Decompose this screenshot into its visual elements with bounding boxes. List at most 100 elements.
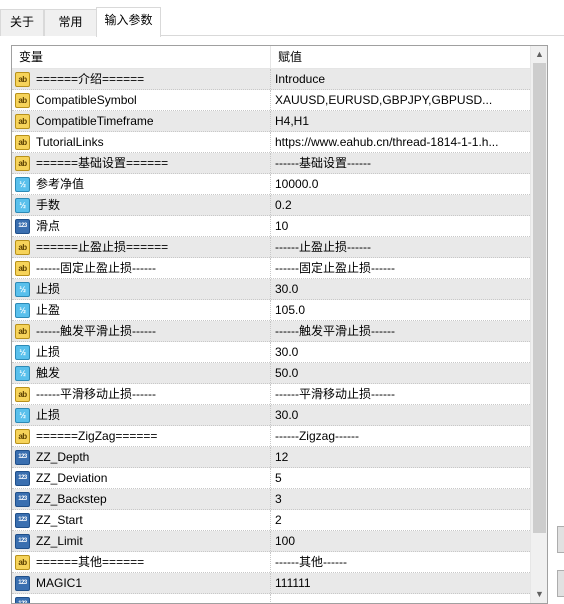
- cell-divider: [270, 237, 271, 257]
- parameter-value[interactable]: Introduce: [275, 69, 527, 89]
- tab-about[interactable]: 关于: [0, 9, 44, 36]
- table-row[interactable]: ab ======介绍====== Introduce: [12, 69, 530, 90]
- string-type-icon: ab: [15, 387, 30, 402]
- parameter-name: MAGIC1: [36, 576, 83, 590]
- table-row[interactable]: ½ 手数 0.2: [12, 195, 530, 216]
- cell-divider: [270, 300, 271, 320]
- parameter-value[interactable]: 111111: [275, 573, 527, 593]
- table-row[interactable]: 123 MAGIC1 111111: [12, 573, 530, 594]
- parameter-value[interactable]: 30.0: [275, 342, 527, 362]
- parameter-value[interactable]: ------Zigzag------: [275, 426, 527, 446]
- double-type-icon: ½: [15, 282, 30, 297]
- parameter-value[interactable]: https://www.eahub.cn/thread-1814-1-1.h..…: [275, 132, 527, 152]
- cell-divider: [270, 384, 271, 404]
- parameter-value[interactable]: 100: [275, 531, 527, 551]
- vertical-scrollbar[interactable]: ▲ ▼: [530, 46, 547, 603]
- cell-divider: [270, 342, 271, 362]
- table-row[interactable]: 123 滑点 10: [12, 216, 530, 237]
- parameter-value[interactable]: 10000.0: [275, 174, 527, 194]
- string-type-icon: ab: [15, 72, 30, 87]
- table-row[interactable]: ab ------平滑移动止损------ ------平滑移动止损------: [12, 384, 530, 405]
- parameter-value[interactable]: ------其他------: [275, 552, 527, 572]
- integer-type-icon: 123: [15, 450, 30, 465]
- side-button-save[interactable]: [557, 570, 564, 597]
- table-row[interactable]: 123 ZZ_Depth 12: [12, 447, 530, 468]
- parameter-name: ZZ_Depth: [36, 450, 90, 464]
- parameter-value[interactable]: [275, 594, 527, 603]
- parameter-value[interactable]: H4,H1: [275, 111, 527, 131]
- table-row[interactable]: ab ------触发平滑止损------ ------触发平滑止损------: [12, 321, 530, 342]
- table-row[interactable]: ab CompatibleTimeframe H4,H1: [12, 111, 530, 132]
- table-row[interactable]: ab TutorialLinks https://www.eahub.cn/thre…: [12, 132, 530, 153]
- parameter-name: ======其他======: [36, 555, 145, 569]
- cell-divider: [270, 153, 271, 173]
- parameter-value[interactable]: 0.2: [275, 195, 527, 215]
- table-row[interactable]: ab ======基础设置====== ------基础设置------: [12, 153, 530, 174]
- scroll-down-arrow-icon[interactable]: ▼: [531, 586, 547, 603]
- cell-divider: [270, 258, 271, 278]
- column-header-value[interactable]: 赋值: [271, 46, 530, 68]
- cell-divider: [270, 174, 271, 194]
- parameter-value[interactable]: ------触发平滑止损------: [275, 321, 527, 341]
- table-row[interactable]: ½ 止损 30.0: [12, 405, 530, 426]
- table-row[interactable]: 123 ZZ_Backstep 3: [12, 489, 530, 510]
- cell-divider: [270, 594, 271, 603]
- parameter-value[interactable]: ------平滑移动止损------: [275, 384, 527, 404]
- cell-divider: [270, 111, 271, 131]
- cell-divider: [270, 321, 271, 341]
- parameter-name: 参考净值: [36, 177, 85, 191]
- parameter-name: 止损: [36, 408, 61, 422]
- parameter-value[interactable]: 2: [275, 510, 527, 530]
- parameter-value[interactable]: 50.0: [275, 363, 527, 383]
- parameter-value[interactable]: ------止盈止损------: [275, 237, 527, 257]
- table-row[interactable]: ½ 参考净值 10000.0: [12, 174, 530, 195]
- tab-inputs[interactable]: 输入参数: [96, 7, 161, 37]
- table-row[interactable]: ab ======ZigZag====== ------Zigzag------: [12, 426, 530, 447]
- table-row[interactable]: ½ 止损 30.0: [12, 342, 530, 363]
- double-type-icon: ½: [15, 366, 30, 381]
- integer-type-icon: 123: [15, 576, 30, 591]
- parameter-value[interactable]: 12: [275, 447, 527, 467]
- parameter-value[interactable]: 5: [275, 468, 527, 488]
- grid-header: 变量 赋值: [12, 46, 530, 69]
- table-row[interactable]: 123 ZZ_Start 2: [12, 510, 530, 531]
- parameter-name: ======介绍======: [36, 72, 145, 86]
- double-type-icon: ½: [15, 303, 30, 318]
- table-row[interactable]: ab ======其他====== ------其他------: [12, 552, 530, 573]
- parameter-value[interactable]: 30.0: [275, 279, 527, 299]
- integer-type-icon: 123: [15, 471, 30, 486]
- parameter-value[interactable]: 10: [275, 216, 527, 236]
- cell-divider: [270, 552, 271, 572]
- table-row[interactable]: 123 ZZ_Limit 100: [12, 531, 530, 552]
- parameter-value[interactable]: ------基础设置------: [275, 153, 527, 173]
- integer-type-icon: 123: [15, 492, 30, 507]
- table-row[interactable]: ½ 止损 30.0: [12, 279, 530, 300]
- parameter-value[interactable]: ------固定止盈止损------: [275, 258, 527, 278]
- tab-common[interactable]: 常用: [44, 9, 97, 36]
- table-row[interactable]: ab ======止盈止损====== ------止盈止损------: [12, 237, 530, 258]
- string-type-icon: ab: [15, 240, 30, 255]
- column-header-variable[interactable]: 变量: [12, 46, 270, 68]
- integer-type-icon: 123: [15, 534, 30, 549]
- parameter-name: 触发: [36, 366, 61, 380]
- cell-divider: [270, 279, 271, 299]
- parameter-value[interactable]: 105.0: [275, 300, 527, 320]
- table-row[interactable]: ab CompatibleSymbol XAUUSD,EURUSD,GBPJPY,G…: [12, 90, 530, 111]
- scrollbar-thumb[interactable]: [533, 63, 546, 533]
- scroll-up-arrow-icon[interactable]: ▲: [531, 46, 547, 63]
- parameter-value[interactable]: XAUUSD,EURUSD,GBPJPY,GBPUSD...: [275, 90, 527, 110]
- table-row[interactable]: 123 ZZ_Deviation 5: [12, 468, 530, 489]
- table-row[interactable]: ½ 止盈 105.0: [12, 300, 530, 321]
- side-button-load[interactable]: [557, 526, 564, 553]
- table-row[interactable]: ½ 触发 50.0: [12, 363, 530, 384]
- cell-divider: [270, 405, 271, 425]
- parameter-value[interactable]: 30.0: [275, 405, 527, 425]
- parameter-name: ======ZigZag======: [36, 429, 158, 443]
- double-type-icon: ½: [15, 198, 30, 213]
- table-row[interactable]: 123: [12, 594, 530, 603]
- parameter-name: ZZ_Backstep: [36, 492, 107, 506]
- cell-divider: [270, 132, 271, 152]
- table-row[interactable]: ab ------固定止盈止损------ ------固定止盈止损------: [12, 258, 530, 279]
- parameter-value[interactable]: 3: [275, 489, 527, 509]
- string-type-icon: ab: [15, 93, 30, 108]
